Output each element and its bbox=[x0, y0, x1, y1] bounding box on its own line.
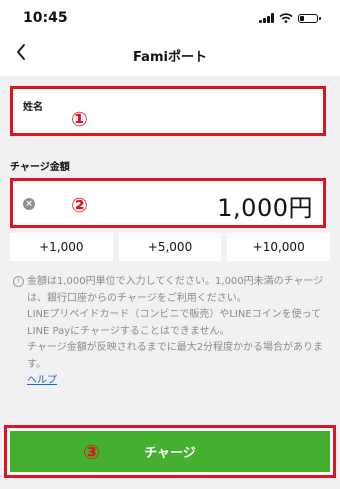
charge-button[interactable]: チャージ bbox=[10, 431, 330, 472]
amount-section-label: チャージ金額 bbox=[10, 162, 70, 173]
amount-input[interactable]: × ② 1,000円 bbox=[10, 178, 326, 228]
nav-bar: Famiポート bbox=[0, 34, 340, 76]
status-time: 10:45 bbox=[23, 10, 68, 26]
clear-icon[interactable]: × bbox=[23, 198, 35, 210]
name-label: 姓名 bbox=[23, 102, 43, 113]
amount-value: 1,000円 bbox=[217, 194, 313, 222]
quick-add-1000-button[interactable]: +1,000 bbox=[10, 233, 113, 261]
wifi-icon bbox=[279, 13, 293, 23]
quick-add-10000-button[interactable]: +10,000 bbox=[227, 233, 331, 261]
marker-one: ① bbox=[71, 107, 88, 131]
quick-add-5000-button[interactable]: +5,000 bbox=[118, 233, 222, 261]
battery-icon bbox=[298, 13, 321, 23]
quick-amount-row: +1,000 +5,000 +10,000 bbox=[10, 233, 331, 261]
marker-three: ③ bbox=[83, 440, 100, 464]
status-icons bbox=[259, 13, 321, 23]
name-field[interactable]: 姓名 ① bbox=[10, 86, 326, 136]
status-bar: 10:45 bbox=[0, 0, 340, 34]
notice-line-3: チャージ金額が反映されるまでに最大2分程度かかる場合があります。 bbox=[27, 342, 324, 370]
notice-line-2: LINEプリペイドカード（コンビニで販売）やLINEコインを使ってLINE Pa… bbox=[27, 309, 322, 337]
notice-line-1: 金額は1,000円単位で入力してください。1,000円未満のチャージは、銀行口座… bbox=[27, 276, 324, 304]
help-link[interactable]: ヘルプ bbox=[27, 373, 57, 390]
notice-text: 金額は1,000円単位で入力してください。1,000円未満のチャージは、銀行口座… bbox=[27, 274, 331, 390]
signal-icon bbox=[259, 13, 274, 23]
info-icon: ! bbox=[13, 276, 24, 287]
charge-button-highlight: ③ チャージ bbox=[4, 425, 336, 478]
marker-two: ② bbox=[71, 193, 88, 217]
page-title: Famiポート bbox=[133, 50, 207, 65]
